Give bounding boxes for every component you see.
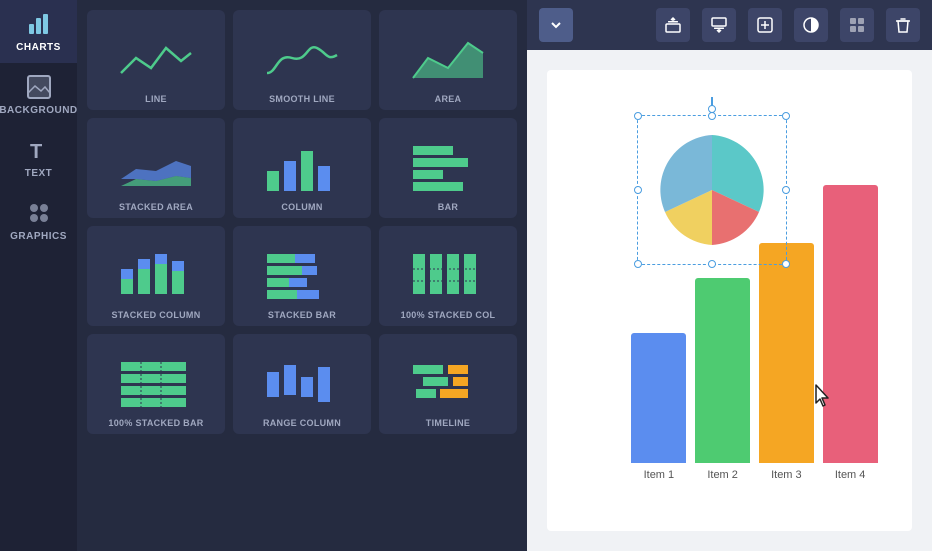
bar-item-2: Item 2 (695, 278, 750, 481)
chart-label-timeline: TIMELINE (426, 418, 470, 428)
bar-label-2: Item 2 (707, 469, 738, 481)
text-icon: T (25, 136, 53, 164)
chart-tile-stacked-area[interactable]: STACKED AREA (87, 118, 225, 218)
chart-label-column: COLUMN (281, 202, 322, 212)
sidebar-label-charts: CHARTS (16, 42, 61, 53)
bar-1 (631, 333, 686, 463)
chart-tile-bar[interactable]: BAR (379, 118, 517, 218)
background-icon (25, 73, 53, 101)
bar-label-3: Item 3 (771, 469, 802, 481)
bar-item-4: Item 4 (823, 185, 878, 481)
chart-tile-column[interactable]: COLUMN (233, 118, 371, 218)
graphics-icon (25, 199, 53, 227)
chart-tile-range-column[interactable]: RANGE COLUMN (233, 334, 371, 434)
chart-label-area: AREA (435, 94, 462, 104)
chart-label-stacked-bar: STACKED BAR (268, 310, 336, 320)
chart-label-100-stacked-bar: 100% STACKED BAR (108, 418, 203, 428)
sidebar-item-charts[interactable]: CHARTS (0, 0, 77, 63)
sidebar-label-background: BACKGROUND (0, 105, 78, 116)
chart-tile-stacked-bar[interactable]: STACKED BAR (233, 226, 371, 326)
toolbar (527, 0, 932, 50)
chevron-down-button[interactable] (539, 8, 573, 42)
add-button[interactable] (748, 8, 782, 42)
chart-tile-line[interactable]: LINE (87, 10, 225, 110)
chart-tile-area[interactable]: AREA (379, 10, 517, 110)
bar-item-3: Item 3 (759, 243, 814, 481)
layer-up-button[interactable] (656, 8, 690, 42)
chart-tile-stacked-column[interactable]: STACKED COLUMN (87, 226, 225, 326)
chart-tile-timeline[interactable]: TIMELINE (379, 334, 517, 434)
chart-tile-smooth-line[interactable]: SMOOTH LINE (233, 10, 371, 110)
bar-item-1: Item 1 (631, 333, 686, 481)
svg-text:T: T (30, 141, 43, 163)
sidebar-label-text: TEXT (25, 168, 53, 179)
handle-tm (708, 112, 716, 120)
rotate-circle (708, 105, 716, 113)
chart-tile-100-stacked-bar[interactable]: 100% STACKED BAR (87, 334, 225, 434)
bar-2 (695, 278, 750, 463)
contrast-button[interactable] (794, 8, 828, 42)
delete-button[interactable] (886, 8, 920, 42)
main-canvas: Item 1 Item 2 Item 3 (527, 0, 932, 551)
bar-4 (823, 185, 878, 463)
chart-label-line: LINE (145, 94, 167, 104)
sidebar-item-graphics[interactable]: GRAPHICS (0, 189, 77, 252)
sidebar: CHARTS BACKGROUND T TEXT GRAPHICS (0, 0, 77, 551)
bar-label-4: Item 4 (835, 469, 866, 481)
chart-label-stacked-column: STACKED COLUMN (111, 310, 200, 320)
cursor-icon (812, 383, 834, 413)
layer-down-button[interactable] (702, 8, 736, 42)
chart-tile-100-stacked-col[interactable]: 100% STACKED COL (379, 226, 517, 326)
handle-tl (634, 112, 642, 120)
pie-chart-container (647, 125, 777, 255)
sidebar-label-graphics: GRAPHICS (10, 231, 67, 242)
grid-button[interactable] (840, 8, 874, 42)
chart-label-smooth-line: SMOOTH LINE (269, 94, 335, 104)
sidebar-item-background[interactable]: BACKGROUND (0, 63, 77, 126)
chart-grid: LINE SMOOTH LINE AREA STACKED AREA (87, 10, 517, 434)
rotate-handle (708, 97, 716, 113)
chart-label-bar: BAR (438, 202, 458, 212)
sidebar-item-text[interactable]: T TEXT (0, 126, 77, 189)
chart-label-100-stacked-col: 100% STACKED COL (401, 310, 496, 320)
canvas-content: Item 1 Item 2 Item 3 (547, 70, 912, 531)
bar-label-1: Item 1 (644, 469, 675, 481)
pie-selection (647, 125, 777, 255)
chart-label-stacked-area: STACKED AREA (119, 202, 193, 212)
bar-3 (759, 243, 814, 463)
chart-icon (25, 10, 53, 38)
chart-label-range-column: RANGE COLUMN (263, 418, 341, 428)
handle-tr (782, 112, 790, 120)
pie-chart-svg (647, 125, 777, 255)
canvas-area[interactable]: Item 1 Item 2 Item 3 (527, 50, 932, 551)
chart-panel: LINE SMOOTH LINE AREA STACKED AREA (77, 0, 527, 551)
